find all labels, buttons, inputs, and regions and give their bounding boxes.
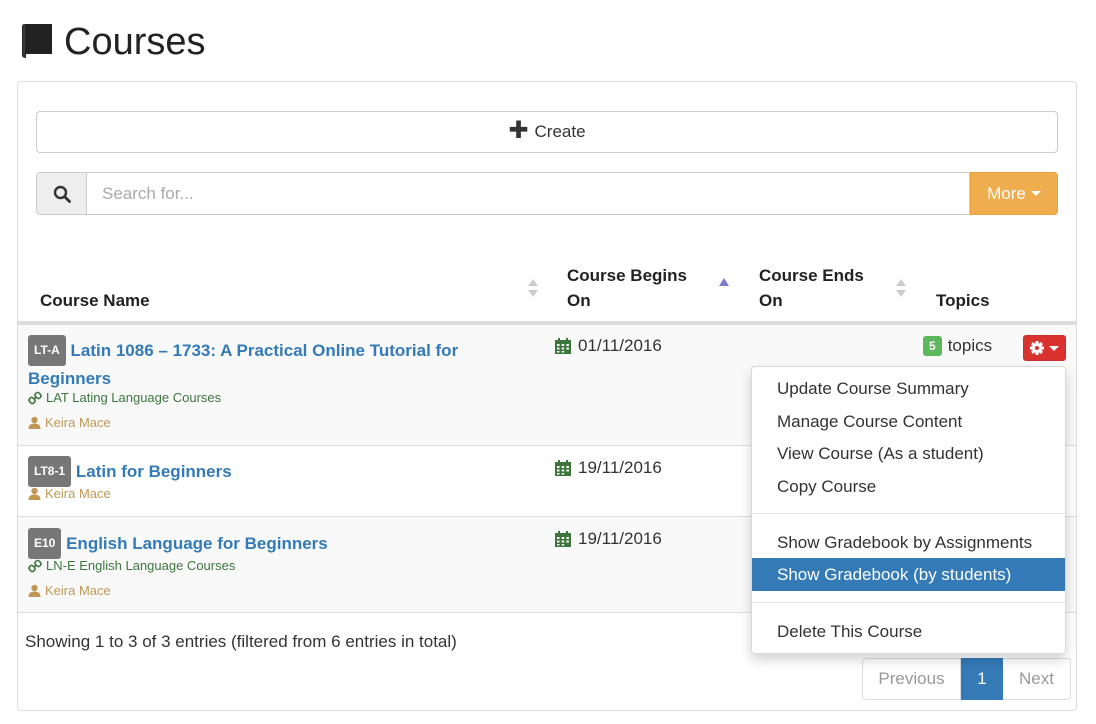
plus-icon: ✚ xyxy=(508,117,529,144)
next-page-button[interactable]: Next xyxy=(1003,658,1071,700)
menu-divider xyxy=(752,602,1065,603)
course-begins-date: 01/11/2016 xyxy=(578,336,662,355)
menu-item-manage-course-content[interactable]: Manage Course Content xyxy=(752,405,1065,438)
caret-down-icon xyxy=(1030,191,1041,196)
column-header-course-ends[interactable]: Course Ends On xyxy=(759,263,864,313)
column-header-label: Course Ends xyxy=(759,266,864,285)
search-group: More xyxy=(36,172,1058,215)
course-code-badge: LT-A xyxy=(28,335,66,366)
sort-icon[interactable] xyxy=(896,279,906,297)
teacher-link[interactable]: Keira Mace xyxy=(28,415,111,430)
search-button[interactable] xyxy=(36,172,86,215)
column-header-label: Course Begins xyxy=(567,266,687,285)
topics-cell: 5 topics xyxy=(923,336,992,356)
sort-icon[interactable] xyxy=(528,279,538,297)
topics-count-badge: 5 xyxy=(923,336,942,356)
menu-item-delete-course[interactable]: Delete This Course xyxy=(752,615,1065,648)
create-button-label: Create xyxy=(534,122,586,141)
user-icon xyxy=(28,487,41,500)
menu-item-copy-course[interactable]: Copy Course xyxy=(752,470,1065,503)
link-icon xyxy=(28,559,42,572)
teacher-link[interactable]: Keira Mace xyxy=(28,583,111,598)
page-1-button[interactable]: 1 xyxy=(961,658,1003,700)
column-header-label: Topics xyxy=(936,291,990,310)
course-begins-cell: 19/11/2016 xyxy=(554,529,662,549)
course-name-cell: LT8-1 Latin for Beginners xyxy=(28,456,528,487)
category-label: LAT Lating Language Courses xyxy=(46,390,222,405)
previous-page-button[interactable]: Previous xyxy=(862,658,961,700)
teacher-name: Keira Mace xyxy=(45,583,111,598)
course-actions-menu: Update Course Summary Manage Course Cont… xyxy=(751,366,1066,654)
user-icon xyxy=(28,416,41,429)
column-header-label: On xyxy=(759,291,783,310)
gear-icon xyxy=(1030,341,1044,355)
more-button-label: More xyxy=(987,183,1026,203)
course-code-badge: E10 xyxy=(28,528,62,559)
course-name-cell: E10 English Language for Beginners xyxy=(28,528,528,559)
calendar-icon xyxy=(555,531,571,547)
column-header-course-begins[interactable]: Course Begins On xyxy=(567,263,687,313)
page-title: Courses xyxy=(64,21,206,63)
topics-label: topics xyxy=(947,336,993,355)
course-link[interactable]: Latin for Beginners xyxy=(76,462,232,481)
pagination: Previous 1 Next xyxy=(862,658,1071,700)
link-icon xyxy=(28,391,42,404)
user-icon xyxy=(28,584,41,597)
column-header-label: Course Name xyxy=(40,291,150,310)
course-begins-date: 19/11/2016 xyxy=(578,529,662,548)
menu-divider xyxy=(752,513,1065,514)
teacher-name: Keira Mace xyxy=(45,486,111,501)
teacher-name: Keira Mace xyxy=(45,415,111,430)
menu-item-gradebook-by-assignments[interactable]: Show Gradebook by Assignments xyxy=(752,526,1065,559)
course-link[interactable]: English Language for Beginners xyxy=(66,534,328,553)
category-link[interactable]: LAT Lating Language Courses xyxy=(28,390,221,405)
search-input[interactable] xyxy=(86,172,970,215)
menu-item-gradebook-by-students[interactable]: Show Gradebook (by students) xyxy=(752,558,1065,591)
course-link-text: Latin 1086 – 1733: A Practical Online Tu… xyxy=(70,341,459,360)
menu-item-view-course-as-student[interactable]: View Course (As a student) xyxy=(752,437,1065,470)
menu-item-update-course-summary[interactable]: Update Course Summary xyxy=(752,372,1065,405)
calendar-icon xyxy=(555,460,571,476)
course-begins-date: 19/11/2016 xyxy=(578,458,662,477)
sort-asc-icon[interactable] xyxy=(719,278,729,286)
column-header-topics: Topics xyxy=(936,288,990,313)
column-header-course-name[interactable]: Course Name xyxy=(40,288,150,313)
calendar-icon xyxy=(555,338,571,354)
page-header: Courses xyxy=(18,16,206,68)
course-link-text: Beginners xyxy=(28,369,112,388)
category-link[interactable]: LN-E English Language Courses xyxy=(28,558,235,573)
course-begins-cell: 19/11/2016 xyxy=(554,458,662,478)
course-begins-cell: 01/11/2016 xyxy=(554,336,662,356)
course-link[interactable]: Latin 1086 – 1733: A Practical Online Tu… xyxy=(28,341,458,388)
create-button[interactable]: ✚ Create xyxy=(36,111,1058,153)
category-label: LN-E English Language Courses xyxy=(46,558,236,573)
course-actions-button[interactable] xyxy=(1023,335,1066,361)
table-info: Showing 1 to 3 of 3 entries (filtered fr… xyxy=(25,632,457,651)
course-code-badge: LT8-1 xyxy=(28,456,72,487)
caret-down-icon xyxy=(1049,345,1059,351)
course-name-cell: LT-A Latin 1086 – 1733: A Practical Onli… xyxy=(28,335,528,391)
search-icon xyxy=(53,185,71,203)
column-header-label: On xyxy=(567,291,591,310)
more-button[interactable]: More xyxy=(970,172,1058,215)
book-icon xyxy=(22,24,52,59)
teacher-link[interactable]: Keira Mace xyxy=(28,486,111,501)
